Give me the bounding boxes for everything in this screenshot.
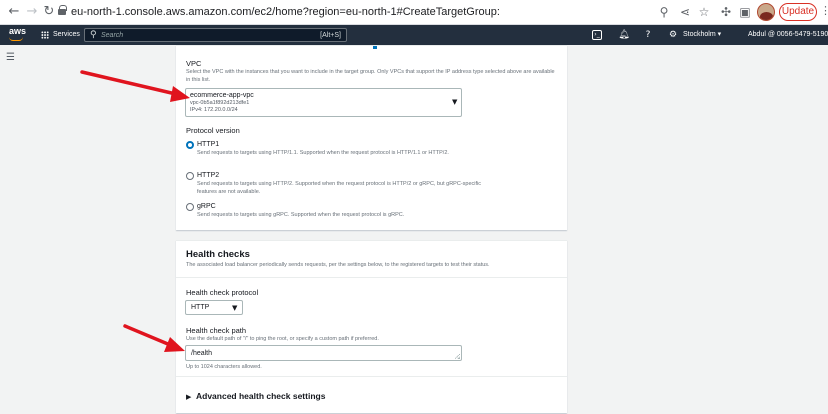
annotation-arrows xyxy=(80,70,190,352)
arrow-to-vpc-select xyxy=(80,70,190,102)
arrow-to-health-check-path xyxy=(123,324,185,352)
